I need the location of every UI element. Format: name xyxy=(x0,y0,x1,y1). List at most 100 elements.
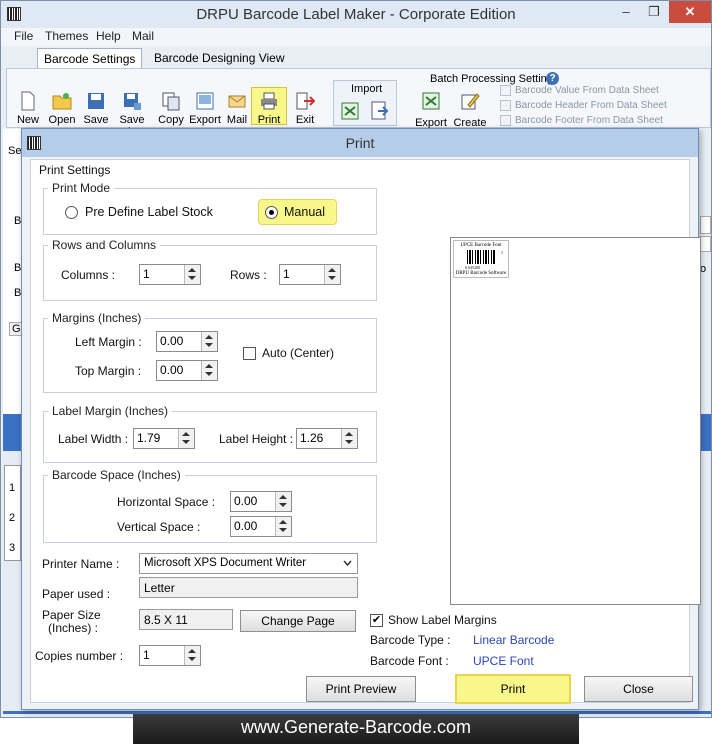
manual-option-highlight[interactable]: Manual xyxy=(258,199,337,225)
tab-barcode-designing-view[interactable]: Barcode Designing View xyxy=(148,48,291,69)
batch-header-checkbox[interactable] xyxy=(500,100,511,111)
new-file-icon xyxy=(21,91,35,111)
print-button[interactable]: Print xyxy=(455,674,571,704)
rows-columns-group: Rows and Columns Columns : 1 Rows : 1 xyxy=(43,238,377,301)
barcode-font-value: UPCE Font xyxy=(473,654,534,668)
print-toolbar-button[interactable]: Print xyxy=(251,87,287,126)
show-label-margins-label: Show Label Margins xyxy=(388,613,497,627)
label-height-label: Label Height : xyxy=(219,432,294,446)
margins-group: Margins (Inches) Left Margin : 0.00 Top … xyxy=(43,311,377,393)
auto-center-label: Auto (Center) xyxy=(262,346,335,360)
menu-file[interactable]: File xyxy=(14,29,33,43)
barcode-space-group: Barcode Space (Inches) Horizontal Space … xyxy=(43,468,377,543)
columns-stepper-arrows[interactable] xyxy=(184,265,200,284)
left-margin-label: Left Margin : xyxy=(75,335,142,349)
copies-stepper-arrows[interactable] xyxy=(184,646,200,665)
print-mode-group: Print Mode Pre Define Label Stock Manual xyxy=(43,181,377,235)
batch-value-checkbox[interactable] xyxy=(500,85,511,96)
show-label-margins-checkbox[interactable]: ✔ xyxy=(370,614,383,627)
change-page-button[interactable]: Change Page xyxy=(240,610,356,632)
exit-button[interactable]: Exit xyxy=(287,91,323,126)
printer-name-label: Printer Name : xyxy=(42,557,120,571)
rows-stepper-arrows[interactable] xyxy=(324,265,340,284)
printer-icon xyxy=(261,92,277,110)
copies-number-stepper[interactable]: 1 xyxy=(139,645,201,666)
paper-used-field[interactable]: Letter xyxy=(139,577,358,598)
label-margin-legend: Label Margin (Inches) xyxy=(48,404,173,418)
horizontal-space-label: Horizontal Space : xyxy=(117,495,216,509)
horizontal-space-stepper[interactable]: 0.00 xyxy=(230,491,292,512)
floppy-disk-icon xyxy=(88,93,104,109)
top-margin-stepper[interactable]: 0.00 xyxy=(156,360,218,381)
website-url: www.Generate-Barcode.com xyxy=(240,717,472,737)
copy-icon xyxy=(162,92,180,111)
preview-header-text: UPCE Barcode Font xyxy=(460,243,502,248)
bg-right-field-1 xyxy=(700,216,711,234)
label-height-stepper[interactable]: 1.26 xyxy=(296,428,358,449)
vertical-space-arrows[interactable] xyxy=(275,517,291,536)
app-titlebar: DRPU Barcode Label Maker - Corporate Edi… xyxy=(1,1,711,28)
import-excel-icon[interactable] xyxy=(340,101,360,121)
excel-export-icon xyxy=(422,92,440,110)
radio-predefine-label-stock[interactable] xyxy=(65,206,78,219)
restore-button[interactable]: ❐ xyxy=(641,1,667,23)
label-width-label: Label Width : xyxy=(58,432,129,446)
mail-button[interactable]: Mail xyxy=(219,91,255,126)
batch-footer-checkbox[interactable] xyxy=(500,115,511,126)
left-margin-stepper[interactable]: 0.00 xyxy=(156,331,218,352)
label-width-arrows[interactable] xyxy=(178,429,194,448)
close-window-button[interactable]: ✕ xyxy=(669,1,711,23)
batch-option-footer[interactable]: Barcode Footer From Data Sheet xyxy=(500,115,663,126)
barcode-space-legend: Barcode Space (Inches) xyxy=(48,468,185,482)
envelope-icon xyxy=(228,95,246,108)
batch-processing-title: Batch Processing Settings xyxy=(430,73,559,85)
chevron-down-icon xyxy=(343,560,352,567)
batch-processing-group: Batch Processing Settings ? Export Creat… xyxy=(404,71,680,141)
import-list-icon[interactable] xyxy=(369,101,389,121)
tab-bar: Barcode Settings Barcode Designing View xyxy=(1,46,711,69)
preview-label-card: UPCE Barcode Font 0 645200 1 DRPU Barcod… xyxy=(453,240,509,278)
print-settings-heading: Print Settings xyxy=(39,163,111,177)
paper-size-field[interactable]: 8.5 X 11 xyxy=(139,609,233,630)
auto-center-checkbox[interactable] xyxy=(243,347,256,360)
batch-export-button[interactable]: Export xyxy=(414,91,448,129)
menu-help[interactable]: Help xyxy=(96,29,121,43)
vertical-ruler: 1 2 3 xyxy=(4,465,21,561)
top-margin-arrows[interactable] xyxy=(201,361,217,380)
printer-name-select[interactable]: Microsoft XPS Document Writer xyxy=(139,553,358,574)
left-margin-arrows[interactable] xyxy=(201,332,217,351)
print-settings-panel: Print Settings Print Mode Pre Define Lab… xyxy=(30,159,701,704)
close-button[interactable]: Close xyxy=(584,676,693,702)
print-preview-button[interactable]: Print Preview xyxy=(306,676,416,702)
import-group-label: Import xyxy=(351,83,383,95)
save-button[interactable]: Save xyxy=(78,91,114,126)
radio-manual[interactable] xyxy=(265,206,278,219)
horizontal-space-arrows[interactable] xyxy=(275,492,291,511)
label-preview-pane: UPCE Barcode Font 0 645200 1 DRPU Barcod… xyxy=(450,237,701,605)
label-height-arrows[interactable] xyxy=(341,429,357,448)
exit-icon xyxy=(296,92,315,110)
columns-stepper[interactable]: 1 xyxy=(139,264,201,285)
menu-themes[interactable]: Themes xyxy=(45,29,88,43)
columns-label: Columns : xyxy=(61,268,116,282)
copy-button[interactable]: Copy xyxy=(153,91,189,126)
vertical-space-stepper[interactable]: 0.00 xyxy=(230,516,292,537)
rows-columns-legend: Rows and Columns xyxy=(48,238,161,252)
batch-option-header[interactable]: Barcode Header From Data Sheet xyxy=(500,100,667,111)
export-icon xyxy=(196,92,214,110)
minimize-button[interactable]: – xyxy=(613,1,639,23)
export-button[interactable]: Export xyxy=(187,91,223,126)
menu-mail[interactable]: Mail xyxy=(132,29,154,43)
tab-barcode-settings[interactable]: Barcode Settings xyxy=(37,48,143,69)
rows-stepper[interactable]: 1 xyxy=(279,264,341,285)
label-width-stepper[interactable]: 1.79 xyxy=(133,428,195,449)
paper-used-label: Paper used : xyxy=(42,587,111,601)
help-icon[interactable]: ? xyxy=(546,72,559,85)
website-banner: www.Generate-Barcode.com xyxy=(133,714,579,744)
barcode-type-label: Barcode Type : xyxy=(370,633,451,647)
open-button[interactable]: Open xyxy=(44,91,80,126)
new-button[interactable]: New xyxy=(10,91,46,126)
app-title: DRPU Barcode Label Maker - Corporate Edi… xyxy=(196,6,516,23)
batch-option-value[interactable]: Barcode Value From Data Sheet xyxy=(500,85,659,96)
save-as-icon xyxy=(124,93,141,110)
